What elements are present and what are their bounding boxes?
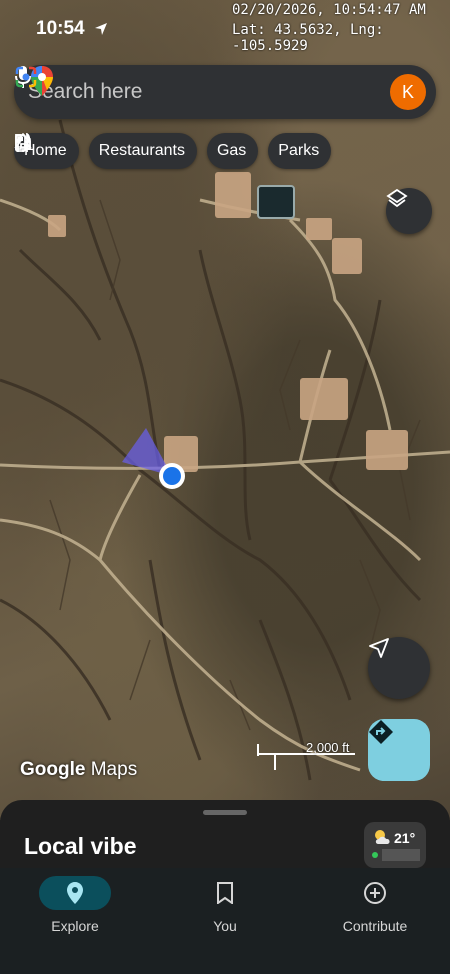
chip-parks-label: Parks	[278, 142, 320, 159]
recenter-button[interactable]	[368, 637, 430, 699]
nav-you-label: You	[213, 918, 237, 934]
chip-parks[interactable]: Parks	[14, 133, 332, 169]
add-circle-icon	[364, 882, 386, 904]
location-arrow-icon	[95, 23, 107, 35]
bottom-navigation: Explore You Contribute	[0, 868, 450, 974]
sheet-title: Local vibe	[24, 833, 137, 859]
nav-you-pill	[189, 876, 261, 910]
directions-button[interactable]	[368, 719, 430, 781]
redacted-text	[382, 849, 420, 861]
location-pin-icon	[67, 882, 83, 904]
nav-contribute[interactable]: Contribute	[315, 876, 435, 934]
search-bar[interactable]: Search here K	[14, 65, 436, 119]
nav-you[interactable]: You	[165, 876, 285, 934]
current-location-dot	[163, 467, 181, 485]
category-chips: Home Restaurants Gas Parks	[14, 133, 332, 169]
directions-icon	[369, 720, 393, 744]
layers-icon	[386, 188, 408, 208]
status-bar-time: 10:54	[36, 18, 85, 39]
layers-button[interactable]	[386, 188, 432, 234]
tree-icon	[14, 133, 32, 152]
nav-contribute-pill	[339, 876, 411, 910]
partly-cloudy-icon	[375, 830, 390, 844]
nav-contribute-label: Contribute	[342, 918, 408, 934]
weather-widget[interactable]: 21°	[364, 822, 426, 868]
avatar[interactable]: K	[390, 74, 426, 110]
overlay-date-time: 02/20/2026, 10:54:47 AM	[232, 2, 426, 18]
overlay-coordinates: Lat: 43.5632, Lng: -105.5929	[232, 22, 384, 54]
sheet-drag-handle[interactable]	[203, 810, 247, 815]
chip-gas-label: Gas	[216, 142, 247, 159]
status-dot	[372, 852, 378, 858]
brand-google: Google	[20, 759, 86, 780]
chip-gas[interactable]: Gas	[15, 133, 259, 169]
satellite-map[interactable]: 10:54 02/20/2026, 10:54:47 AM Lat: 43.56…	[0, 0, 450, 820]
nav-explore[interactable]: Explore	[15, 876, 135, 934]
chip-restaurants[interactable]: Restaurants	[15, 133, 197, 169]
google-maps-logo: Google Maps	[20, 759, 137, 781]
nav-explore-label: Explore	[51, 918, 99, 934]
brand-maps: Maps	[90, 759, 138, 780]
scale-label: 2,000 ft	[306, 740, 350, 755]
google-lens-icon[interactable]	[14, 65, 38, 89]
nav-explore-pill	[39, 876, 111, 910]
chip-restaurants-label: Restaurants	[98, 142, 185, 159]
map-terrain	[0, 119, 450, 781]
temperature: 21°	[394, 830, 416, 846]
bookmark-icon	[217, 882, 233, 904]
search-input[interactable]: Search here	[28, 80, 390, 104]
navigation-arrow-icon	[369, 638, 389, 658]
